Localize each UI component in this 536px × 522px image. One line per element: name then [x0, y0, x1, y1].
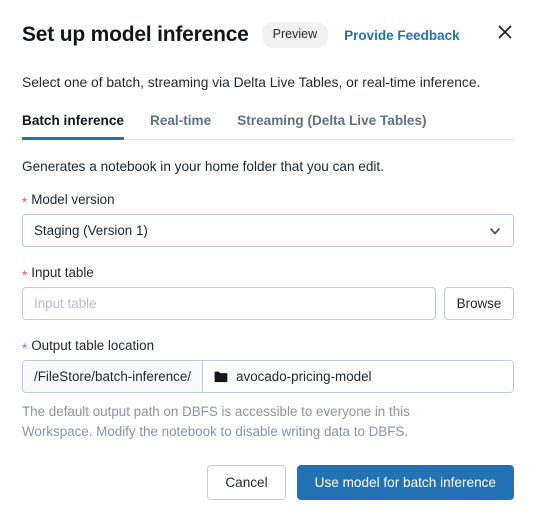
- close-button[interactable]: [494, 21, 516, 43]
- provide-feedback-link[interactable]: Provide Feedback: [344, 28, 460, 43]
- required-asterisk: *: [22, 341, 28, 357]
- dialog-header: Set up model inference Preview Provide F…: [22, 0, 514, 51]
- required-asterisk: *: [22, 195, 28, 211]
- required-asterisk: *: [22, 268, 28, 284]
- set-up-model-inference-dialog: Set up model inference Preview Provide F…: [0, 0, 536, 522]
- input-table-field: * Input table Browse: [22, 265, 514, 321]
- batch-subnote: Generates a notebook in your home folder…: [22, 159, 384, 175]
- output-path-helper-text: The default output path on DBFS is acces…: [22, 404, 410, 439]
- model-version-value: Staging (Version 1): [34, 223, 148, 239]
- input-table-input[interactable]: [22, 287, 436, 321]
- close-icon: [497, 24, 513, 40]
- tab-streaming[interactable]: Streaming (Delta Live Tables): [237, 113, 426, 140]
- model-version-select[interactable]: Staging (Version 1): [22, 214, 514, 248]
- use-model-for-batch-inference-button[interactable]: Use model for batch inference: [296, 465, 514, 500]
- browse-button[interactable]: Browse: [444, 287, 514, 321]
- tab-real-time[interactable]: Real-time: [150, 113, 211, 140]
- dialog-description: Select one of batch, streaming via Delta…: [22, 75, 481, 90]
- folder-icon: [214, 371, 228, 383]
- output-path-prefix: /FileStore/batch-inference/: [23, 361, 204, 393]
- page-title: Set up model inference: [22, 23, 249, 46]
- chevron-down-icon: [488, 224, 502, 238]
- output-table-value-field[interactable]: avocado-pricing-model: [203, 361, 513, 392]
- model-version-label: * Model version: [22, 192, 514, 211]
- model-version-field: * Model version Staging (Version 1): [22, 192, 514, 248]
- output-table-label-text: Output table location: [31, 338, 155, 354]
- model-version-label-text: Model version: [31, 192, 115, 208]
- tab-batch-inference[interactable]: Batch inference: [22, 113, 124, 141]
- preview-badge: Preview: [261, 22, 329, 48]
- output-table-field: * Output table location /FileStore/batch…: [22, 338, 514, 441]
- dialog-footer: Cancel Use model for batch inference: [207, 465, 514, 500]
- output-table-value: avocado-pricing-model: [236, 369, 372, 385]
- inference-tabs: Batch inference Real-time Streaming (Del…: [22, 113, 514, 141]
- output-table-input-group: /FileStore/batch-inference/ avocado-pric…: [22, 360, 514, 394]
- cancel-button[interactable]: Cancel: [207, 465, 286, 500]
- input-table-label-text: Input table: [31, 265, 94, 281]
- output-table-label: * Output table location: [22, 338, 514, 357]
- input-table-label: * Input table: [22, 265, 514, 284]
